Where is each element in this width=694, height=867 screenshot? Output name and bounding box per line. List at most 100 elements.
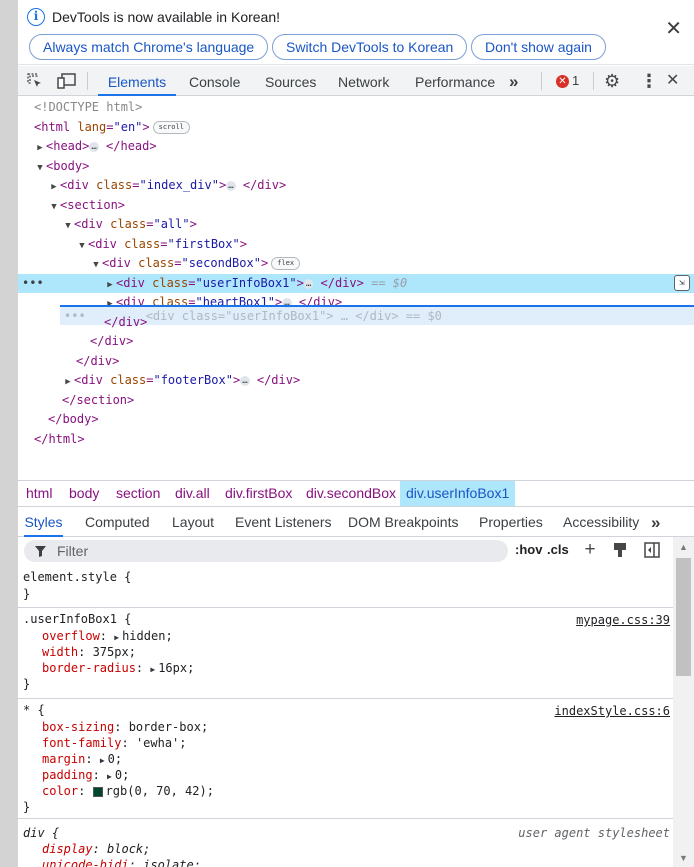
error-icon[interactable]: ✕ [556, 75, 569, 88]
dom-close-firstbox[interactable]: </div> [18, 332, 694, 351]
property-value[interactable]: border-box; [129, 720, 208, 734]
dom-node-body[interactable]: ▼ <body> [18, 157, 694, 176]
property-value[interactable]: block; [107, 842, 150, 856]
class-toggle[interactable]: .cls [547, 542, 569, 557]
expand-triangle-icon[interactable]: ▶ [34, 139, 46, 158]
dom-node-index-div[interactable]: ▶ <div class="index_div">… </div> [18, 176, 694, 195]
color-swatch[interactable] [92, 786, 103, 797]
tab-performance[interactable]: Performance [415, 66, 495, 96]
property-value[interactable]: hidden [122, 629, 165, 643]
tab-layout[interactable]: Layout [172, 508, 214, 537]
more-options-kebab-icon[interactable]: ⋮ [640, 72, 658, 90]
property-value[interactable]: isolate; [143, 858, 201, 867]
tab-event-listeners[interactable]: Event Listeners [235, 508, 332, 537]
source-link[interactable]: mypage.css:39 [576, 613, 670, 627]
scrollbar-thumb[interactable] [676, 558, 691, 676]
collapsed-ellipsis[interactable]: … [89, 141, 99, 152]
property-name[interactable]: box-sizing [42, 720, 114, 734]
error-count[interactable]: 1 [572, 73, 579, 88]
dom-node-section[interactable]: ▼ <section> [18, 196, 694, 215]
element-style-selector[interactable]: element.style { [23, 569, 131, 585]
dom-node-footerbox[interactable]: ▶ <div class="footerBox">… </div> [18, 371, 694, 390]
dom-node-secondbox[interactable]: ▼ <div class="secondBox"> flex [18, 254, 694, 273]
dom-node-firstbox[interactable]: ▼ <div class="firstBox"> [18, 235, 694, 254]
dom-close-secondbox[interactable]: </div> [18, 313, 694, 332]
switch-korean-button[interactable]: Switch DevTools to Korean [272, 34, 468, 60]
filter-input[interactable]: Filter [24, 540, 508, 562]
property-name[interactable]: width [42, 645, 78, 659]
device-toolbar-icon[interactable] [57, 72, 77, 90]
dom-doctype[interactable]: <!DOCTYPE html> [18, 98, 694, 117]
tab-computed[interactable]: Computed [85, 508, 150, 537]
tab-accessibility[interactable]: Accessibility [563, 508, 639, 537]
property-value[interactable]: 375px [93, 645, 129, 659]
property-value[interactable]: rgb(0, 70, 42); [106, 784, 214, 798]
new-style-rule-plus-icon[interactable]: + [582, 540, 598, 559]
property-name[interactable]: overflow [42, 629, 100, 643]
breadcrumb-html[interactable]: html [22, 481, 56, 506]
match-language-button[interactable]: Always match Chrome's language [29, 34, 269, 60]
tab-elements[interactable]: Elements [98, 66, 176, 96]
css-declaration[interactable]: overflow: ▶ hidden; [42, 628, 173, 644]
rule-selector[interactable]: * { [23, 702, 45, 718]
paint-brush-icon[interactable] [612, 542, 628, 558]
rule-selector[interactable]: .userInfoBox1 { [23, 611, 131, 627]
inspect-element-icon[interactable] [26, 72, 44, 90]
css-declaration[interactable]: unicode-bidi: isolate; [42, 857, 201, 867]
hover-state-toggle[interactable]: :hov [515, 542, 542, 557]
css-declaration[interactable]: display: block; [42, 841, 150, 857]
css-declaration[interactable]: font-family: 'ewha'; [42, 735, 187, 751]
dont-show-again-button[interactable]: Don't show again [471, 34, 606, 60]
breadcrumb-div-all[interactable]: div.all [171, 481, 214, 506]
close-devtools-icon[interactable]: ✕ [666, 72, 679, 90]
expand-triangle-icon[interactable]: ▶ [62, 373, 74, 392]
settings-gear-icon[interactable]: ⚙ [604, 72, 620, 90]
expand-shorthand-icon[interactable]: ▶ [150, 665, 155, 674]
breadcrumb-div-userinfobox1[interactable]: div.userInfoBox1 [400, 481, 516, 506]
source-link[interactable]: indexStyle.css:6 [554, 704, 670, 718]
dom-node-head[interactable]: ▶ <head>… </head> [18, 137, 694, 156]
dom-close-section[interactable]: </section> [18, 391, 694, 410]
dom-node-all[interactable]: ▼ <div class="all"> [18, 215, 694, 234]
collapse-triangle-icon[interactable]: ▼ [62, 217, 74, 236]
property-name[interactable]: color [42, 784, 78, 798]
tab-properties[interactable]: Properties [479, 508, 543, 537]
property-value[interactable]: 'ewha'; [136, 736, 187, 750]
breadcrumb-div-firstbox[interactable]: div.firstBox [221, 481, 296, 506]
css-declaration[interactable]: padding: ▶ 0; [42, 767, 129, 783]
more-tabs-chevron-icon[interactable]: » [509, 66, 518, 96]
property-name[interactable]: border-radius [42, 661, 136, 675]
css-declaration[interactable]: width: 375px; [42, 644, 136, 660]
expand-triangle-icon[interactable]: ▶ [48, 178, 60, 197]
property-name[interactable]: font-family [42, 736, 121, 750]
dom-node-userinfobox1-selected[interactable]: ••• ▶ <div class="userInfoBox1">… </div> =… [18, 274, 694, 293]
toggle-sidebar-icon[interactable] [644, 542, 660, 558]
css-declaration[interactable]: color: rgb(0, 70, 42); [42, 783, 214, 799]
property-value[interactable]: 16px [158, 661, 187, 675]
tab-styles[interactable]: Styles [24, 508, 63, 537]
collapsed-ellipsis[interactable]: … [226, 180, 236, 191]
property-name[interactable]: display [42, 842, 93, 856]
scroll-up-arrow-icon[interactable]: ▲ [679, 542, 688, 552]
collapsed-ellipsis[interactable]: … [240, 375, 250, 386]
tab-sources[interactable]: Sources [265, 66, 316, 96]
property-name[interactable]: unicode-bidi [42, 858, 129, 867]
more-subtabs-chevron-icon[interactable]: » [651, 508, 660, 537]
expand-shorthand-icon[interactable]: ▶ [114, 633, 119, 642]
breadcrumb-section[interactable]: section [112, 481, 164, 506]
css-declaration[interactable]: border-radius: ▶ 16px; [42, 660, 194, 676]
expand-shorthand-icon[interactable]: ▶ [107, 772, 112, 781]
dom-close-html[interactable]: </html> [18, 430, 694, 449]
row-actions-dots[interactable]: ••• [22, 274, 44, 293]
property-value[interactable]: 0; [108, 752, 122, 766]
collapse-triangle-icon[interactable]: ▼ [90, 256, 102, 275]
scroll-badge[interactable]: scroll [152, 121, 190, 134]
collapsed-ellipsis[interactable]: … [303, 278, 314, 289]
tab-console[interactable]: Console [189, 66, 240, 96]
expand-shorthand-icon[interactable]: ▶ [100, 756, 105, 765]
dom-close-all[interactable]: </div> [18, 352, 694, 371]
tab-dom-breakpoints[interactable]: DOM Breakpoints [348, 508, 458, 537]
close-icon[interactable]: ✕ [665, 19, 682, 39]
property-name[interactable]: padding [42, 768, 93, 782]
styles-scrollbar[interactable]: ▲ ▼ [673, 537, 694, 867]
